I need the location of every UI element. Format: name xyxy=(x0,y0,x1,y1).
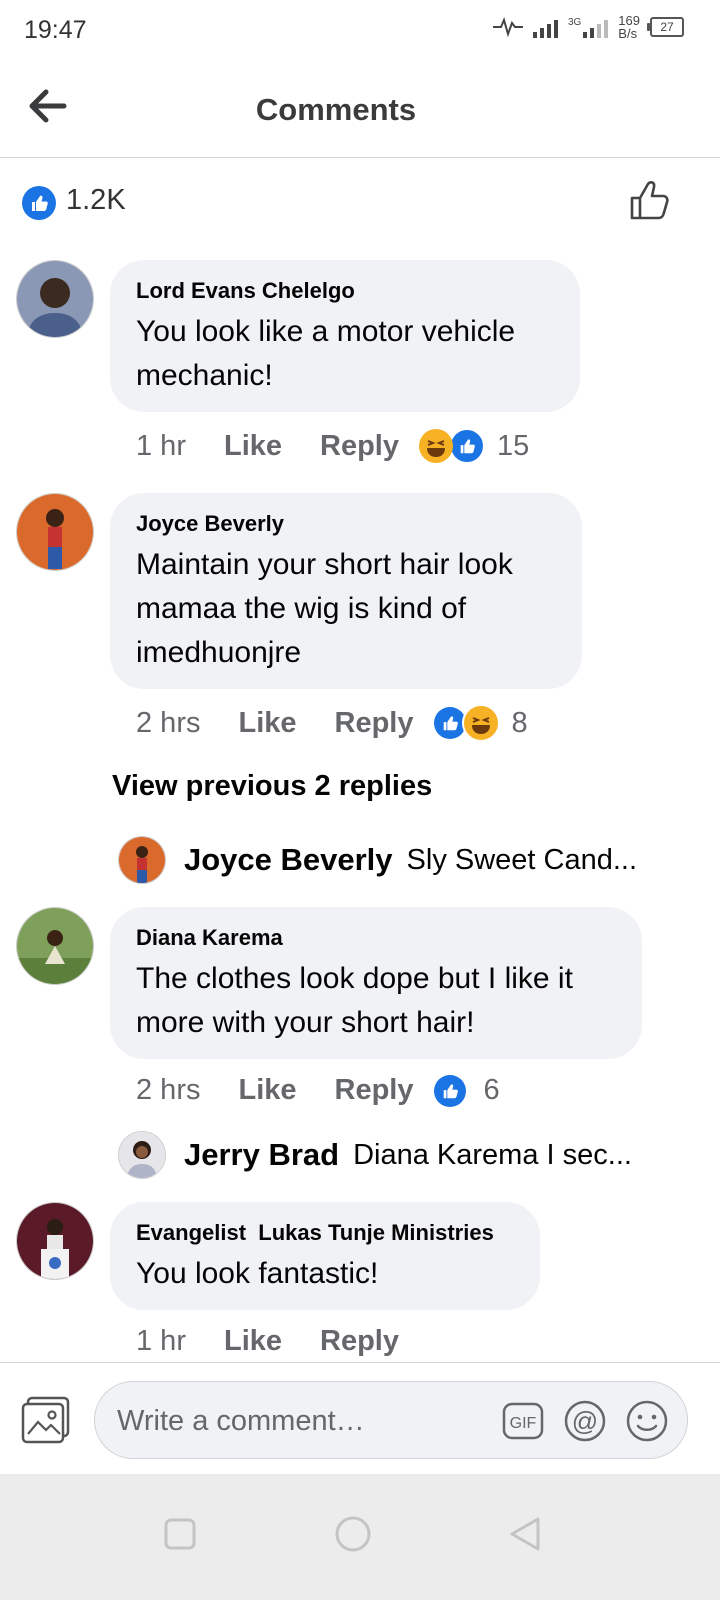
header-divider xyxy=(0,157,720,158)
comment-time: 1 hr xyxy=(136,1325,186,1357)
comment-bubble: Lord Evans Chelelgo You look like a moto… xyxy=(110,260,580,412)
status-time: 19:47 xyxy=(24,16,87,44)
photo-button[interactable] xyxy=(20,1394,72,1444)
reactions-count[interactable]: 1.2K xyxy=(66,184,126,217)
reply-button[interactable]: Reply xyxy=(320,1325,399,1358)
gif-icon: GIF xyxy=(502,1402,544,1440)
haha-reaction-icon xyxy=(461,704,500,742)
triangle-back-icon xyxy=(510,1517,540,1551)
haha-reaction-icon xyxy=(419,429,453,463)
like-post-button[interactable] xyxy=(628,178,672,222)
reply-text: Sly Sweet Cand... xyxy=(406,843,638,876)
comment-meta: 2 hrs Like Reply 6 xyxy=(136,1074,500,1107)
comment-bubble: Diana Karema The clothes look dope but I… xyxy=(110,907,642,1059)
recent-apps-button[interactable] xyxy=(150,1504,210,1564)
like-reaction-icon xyxy=(22,186,56,220)
signal-3g-icon: 3G xyxy=(567,16,609,38)
comment-time: 2 hrs xyxy=(136,1074,201,1106)
network-type: 3G xyxy=(567,17,582,28)
photo-icon xyxy=(21,1396,70,1444)
reaction-count: 8 xyxy=(511,706,528,739)
view-previous-replies-link[interactable]: View previous 2 replies xyxy=(112,770,432,803)
status-icons: 3G 169 B/s 27 xyxy=(492,14,684,40)
like-button[interactable]: Like xyxy=(224,1325,282,1358)
comment-time: 2 hrs xyxy=(136,706,201,739)
comment-text: You look fantastic! xyxy=(136,1257,379,1290)
back-nav-button[interactable] xyxy=(496,1504,556,1564)
comment-time: 1 hr xyxy=(136,429,186,462)
like-reaction-icon xyxy=(449,428,485,464)
comment-bubble: Joyce Beverly Maintain your short hair l… xyxy=(110,493,582,689)
page-title: Comments xyxy=(255,92,417,127)
comment-reactions[interactable]: 8 xyxy=(433,704,528,742)
smiley-icon xyxy=(626,1400,668,1442)
svg-text:GIF: GIF xyxy=(510,1415,537,1432)
comment-text: You look like a motor vehicle mechanic! xyxy=(136,315,516,392)
thumbs-up-outline-icon xyxy=(630,181,669,220)
gif-button[interactable]: GIF xyxy=(501,1399,545,1443)
like-button[interactable]: Like xyxy=(238,707,296,740)
at-mention-icon: @ xyxy=(564,1400,606,1442)
comment-meta: 2 hrs Like Reply 8 xyxy=(136,704,528,742)
comment-composer: GIF @ xyxy=(94,1381,688,1459)
reply-preview[interactable]: Joyce Beverly Sly Sweet Cand... xyxy=(118,836,637,884)
comment-reactions[interactable]: 6 xyxy=(433,1074,500,1107)
system-nav-bar xyxy=(0,1474,720,1600)
comment-author[interactable]: Diana Karema xyxy=(136,925,616,951)
square-icon xyxy=(164,1518,196,1550)
composer-divider xyxy=(0,1362,720,1363)
comment-meta: 1 hr Like Reply xyxy=(136,1325,399,1358)
reaction-count: 6 xyxy=(483,1074,500,1106)
comment-author[interactable]: Joyce Beverly xyxy=(136,511,556,537)
battery-icon: 27 xyxy=(647,17,684,37)
comment-bubble: Evangelist Lukas Tunje Ministries You lo… xyxy=(110,1202,540,1310)
comment-text: Maintain your short hair look mamaa the … xyxy=(136,548,513,669)
circle-icon xyxy=(335,1516,371,1552)
avatar xyxy=(118,1131,166,1179)
emoji-button[interactable] xyxy=(625,1399,669,1443)
comment-input[interactable] xyxy=(115,1398,479,1444)
avatar[interactable] xyxy=(16,493,94,571)
comment-author[interactable]: Evangelist Lukas Tunje Ministries xyxy=(136,1220,514,1246)
comment-text: The clothes look dope but I like it more… xyxy=(136,962,573,1039)
home-button[interactable] xyxy=(323,1504,383,1564)
reply-text: Diana Karema I sec... xyxy=(353,1138,632,1171)
avatar[interactable] xyxy=(16,907,94,985)
like-button[interactable]: Like xyxy=(238,1074,296,1107)
comment-reactions[interactable]: 15 xyxy=(419,428,529,464)
reply-button[interactable]: Reply xyxy=(320,430,399,463)
mention-button[interactable]: @ xyxy=(563,1399,607,1443)
svg-text:@: @ xyxy=(572,1406,598,1436)
like-reaction-icon xyxy=(433,707,466,739)
network-speed: 169 B/s xyxy=(618,14,640,40)
reply-preview[interactable]: Jerry Brad Diana Karema I sec... xyxy=(118,1131,632,1179)
reaction-count: 15 xyxy=(497,429,530,462)
signal-icon xyxy=(532,16,558,38)
reply-button[interactable]: Reply xyxy=(335,1074,414,1107)
comment-meta: 1 hr Like Reply 15 xyxy=(136,428,529,464)
avatar[interactable] xyxy=(16,260,94,338)
like-button[interactable]: Like xyxy=(224,430,282,463)
reply-author: Joyce Beverly xyxy=(184,842,393,877)
comment-author[interactable]: Lord Evans Chelelgo xyxy=(136,278,554,304)
speed-unit: B/s xyxy=(618,26,638,41)
avatar[interactable] xyxy=(16,1202,94,1280)
reply-author: Jerry Brad xyxy=(184,1137,340,1172)
like-reaction-icon xyxy=(433,1074,466,1107)
activity-icon xyxy=(492,17,523,37)
reply-button[interactable]: Reply xyxy=(335,707,414,740)
avatar xyxy=(118,836,166,884)
